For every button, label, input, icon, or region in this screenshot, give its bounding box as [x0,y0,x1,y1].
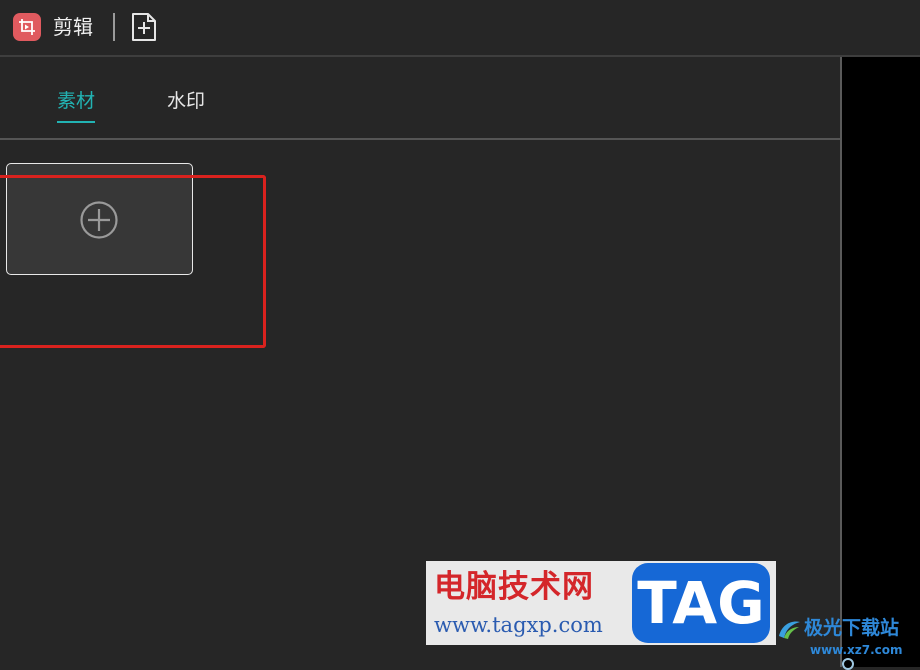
toolbar-divider [113,13,115,41]
tab-bar: 素材 水印 [0,57,840,140]
app-title: 剪辑 [53,15,93,39]
active-tab-indicator [57,121,95,123]
tab-materials[interactable]: 素材 [57,87,95,115]
new-file-button[interactable] [127,10,161,44]
watermark-cn-text: 电脑技术网 [434,569,594,605]
top-bar: 剪辑 [0,0,920,57]
site-watermark: 电脑技术网 www.tagxp.com TAG [426,561,776,645]
site-logo-url: www.xz7.com [810,643,903,657]
preview-panel [842,57,920,667]
highlight-box [0,175,266,348]
scroll-handle[interactable] [842,658,854,670]
new-file-icon [132,13,156,41]
watermark-url: www.tagxp.com [434,613,603,637]
tab-watermark[interactable]: 水印 [167,87,205,115]
site-logo-text: 极光下载站 [804,617,900,639]
video-crop-icon [13,13,41,41]
watermark-tag-logo: TAG [632,563,770,643]
aurora-logo-icon [779,621,800,639]
